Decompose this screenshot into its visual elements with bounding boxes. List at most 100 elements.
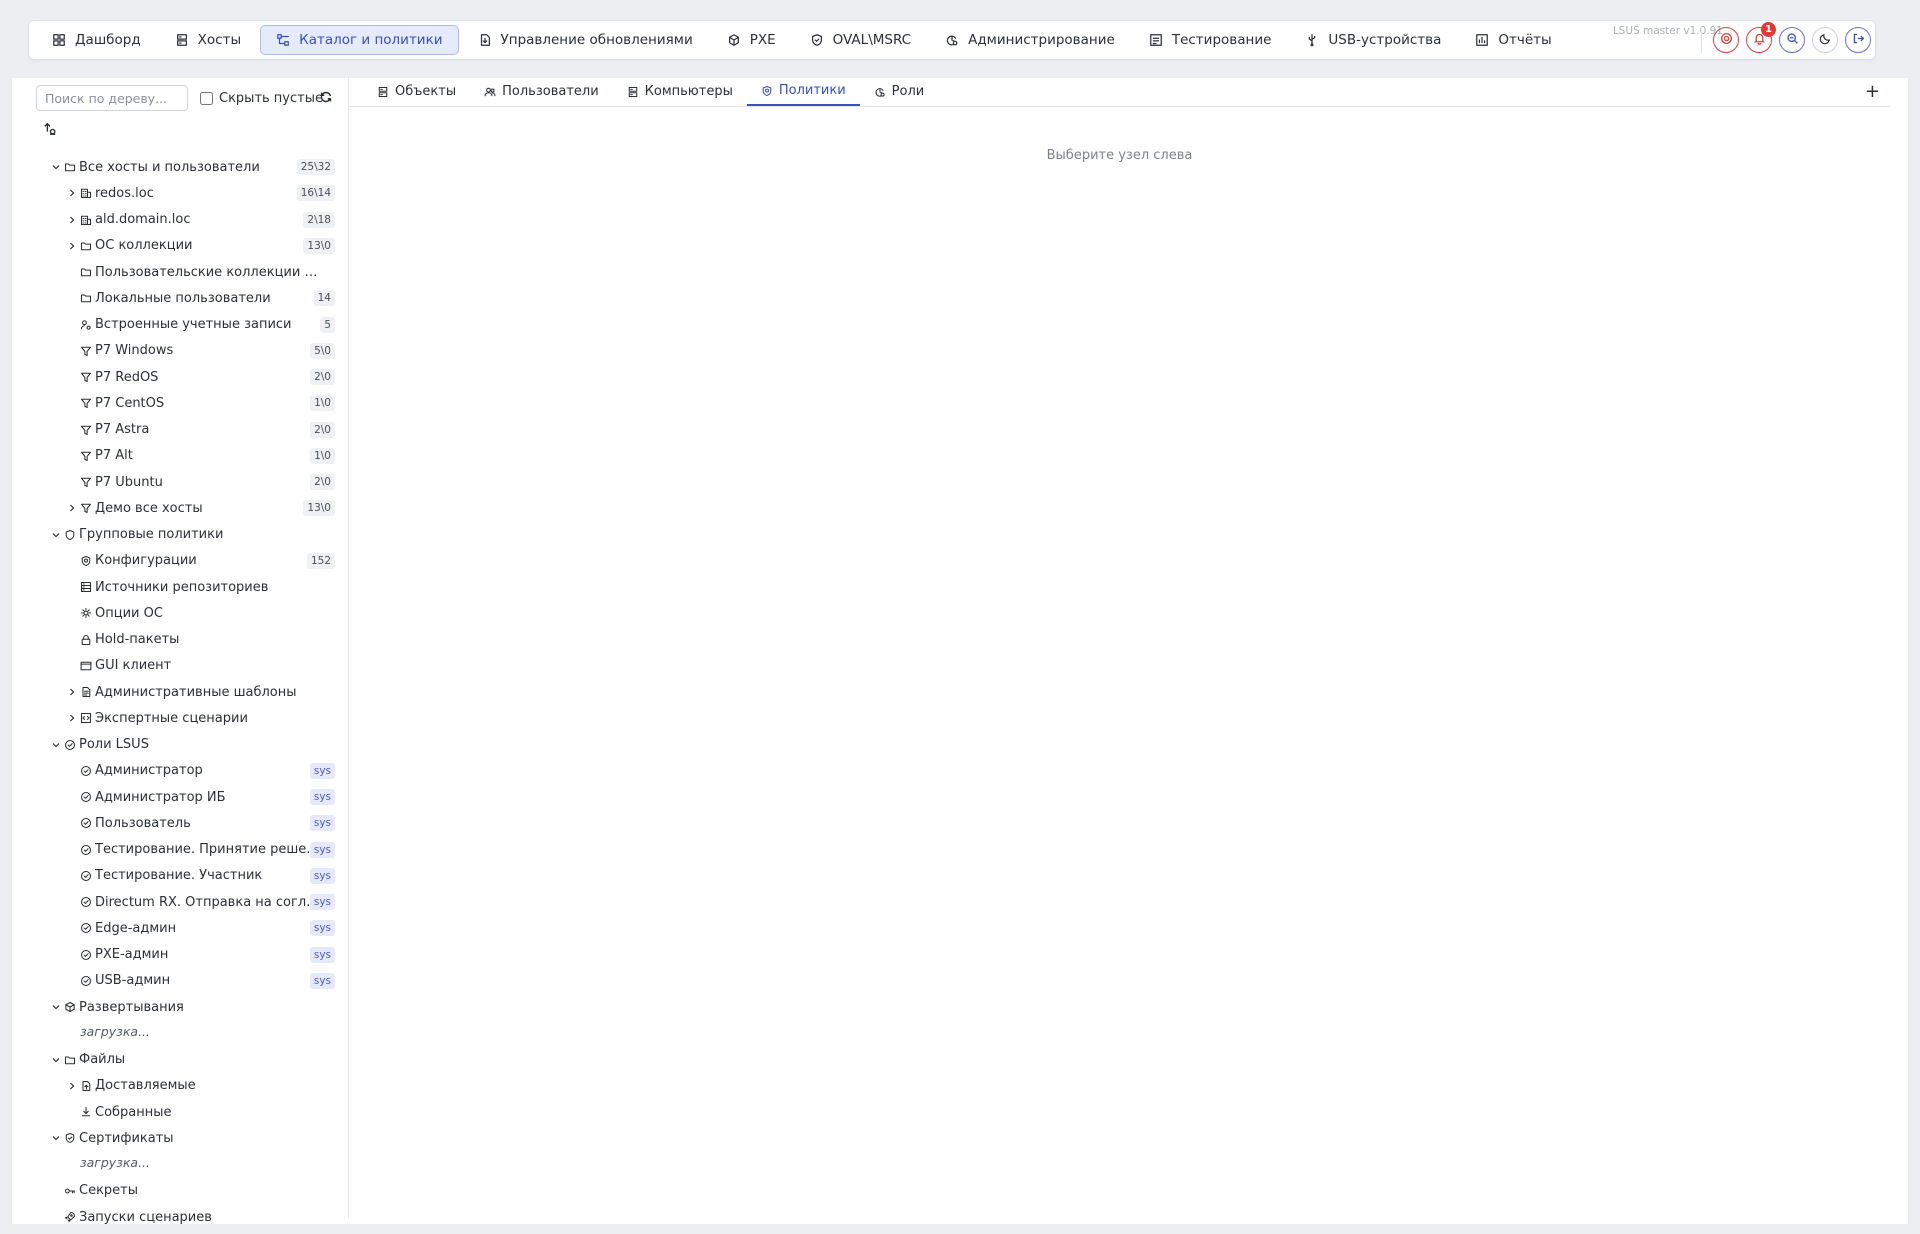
tree-node[interactable]: Собранные xyxy=(12,1099,349,1125)
chevron-right-icon[interactable] xyxy=(65,186,79,200)
chevron-down-icon[interactable] xyxy=(49,1131,63,1145)
tree-node[interactable]: Тестирование. Принятие решений sys xyxy=(12,837,349,863)
tree-node[interactable]: Сертификаты xyxy=(12,1125,349,1151)
refresh-tree-button[interactable] xyxy=(318,89,334,105)
tree-node[interactable]: PXE-админ sys xyxy=(12,942,349,968)
tree-node[interactable]: Администратор ИБ sys xyxy=(12,784,349,810)
tree-node[interactable]: Демо все хосты 13\0 xyxy=(12,495,349,521)
dashboard-icon xyxy=(52,33,66,47)
search-zoom-button[interactable] xyxy=(1779,27,1805,53)
tree-node-label: Секреты xyxy=(79,1183,139,1199)
tree-node[interactable]: Экспертные сценарии xyxy=(12,705,349,731)
tree-node[interactable]: Доставляемые xyxy=(12,1073,349,1099)
nav-item-хосты[interactable]: Хосты xyxy=(160,25,256,55)
collapse-all-button[interactable] xyxy=(42,121,58,137)
role-check-icon xyxy=(79,843,93,857)
nav-item-pxe[interactable]: PXE xyxy=(712,25,791,55)
tree-node[interactable]: Edge-админ sys xyxy=(12,915,349,941)
notifications-button[interactable]: 1 xyxy=(1746,22,1776,53)
add-tab-button[interactable]: + xyxy=(1865,81,1880,102)
tree-node-label: P7 CentOS xyxy=(95,395,165,411)
tree-node[interactable]: Directum RX. Отправка на согласов...sys xyxy=(12,889,349,915)
tree-node-label: Файлы xyxy=(79,1052,126,1067)
chevron-right-icon[interactable] xyxy=(65,501,79,515)
tab-объекты[interactable]: Объекты xyxy=(363,77,470,106)
chevron-right-icon[interactable] xyxy=(65,239,79,253)
nav-actions: 1 xyxy=(1701,22,1871,54)
hide-empty-toggle[interactable]: Скрыть пустые xyxy=(200,91,323,106)
chevron-down-icon[interactable] xyxy=(49,1053,63,1067)
alert-button[interactable] xyxy=(1713,27,1739,53)
tree-node[interactable]: Администратор sys xyxy=(12,758,349,784)
moon-icon xyxy=(1819,32,1832,49)
tree-node[interactable]: Конфигурации 152 xyxy=(12,548,349,574)
nav-item-отчёты[interactable]: Отчёты xyxy=(1460,25,1566,55)
tree-search-input[interactable] xyxy=(36,85,188,111)
tree-node[interactable]: ОС коллекции 13\0 xyxy=(12,233,349,259)
tree-node[interactable]: USB-админ sys xyxy=(12,968,349,994)
tree-node[interactable]: Пользовательские коллекции LSUS xyxy=(12,259,349,285)
tree-node[interactable]: P7 Ubuntu 2\0 xyxy=(12,469,349,495)
tree-node[interactable]: Тестирование. Участник sys xyxy=(12,863,349,889)
nav-item-каталог-и-политики[interactable]: Каталог и политики xyxy=(260,25,459,55)
tree-node[interactable]: Секреты xyxy=(12,1178,349,1204)
theme-toggle-button[interactable] xyxy=(1812,27,1838,53)
admin-gear-icon xyxy=(945,33,959,47)
tree-node[interactable]: Встроенные учетные записи 5 xyxy=(12,312,349,338)
tab-политики[interactable]: Политики xyxy=(746,77,860,106)
nav-item-дашборд[interactable]: Дашборд xyxy=(37,25,156,55)
chevron-right-icon[interactable] xyxy=(65,711,79,725)
hide-empty-label: Скрыть пустые xyxy=(219,90,323,106)
tree-node[interactable]: Запуски сценариев xyxy=(12,1204,349,1230)
file-upload-icon xyxy=(79,1079,93,1093)
chevron-down-icon[interactable] xyxy=(49,528,63,542)
tree-node[interactable]: P7 RedOS 2\0 xyxy=(12,364,349,390)
tree-node[interactable]: Административные шаблоны xyxy=(12,679,349,705)
tree-node[interactable]: ald.domain.loc 2\18 xyxy=(12,207,349,233)
tree-node-label: P7 Astra xyxy=(95,422,150,437)
chevron-right-icon[interactable] xyxy=(65,213,79,227)
tree-node[interactable]: Групповые политики xyxy=(12,522,349,548)
folder-icon xyxy=(63,1053,77,1067)
tree-node-label: Пользователь xyxy=(95,815,191,831)
logout-button[interactable] xyxy=(1845,27,1871,53)
tree-node[interactable]: Локальные пользователи 14 xyxy=(12,285,349,311)
chevron-down-icon[interactable] xyxy=(49,738,63,752)
tree-node[interactable]: P7 Windows 5\0 xyxy=(12,338,349,364)
tree-node[interactable]: P7 Alt 1\0 xyxy=(12,443,349,469)
tree-node[interactable]: Опции ОС xyxy=(12,600,349,626)
tab-компьютеры[interactable]: Компьютеры xyxy=(613,77,747,106)
config-icon xyxy=(79,554,93,568)
tree-node[interactable]: P7 Astra 2\0 xyxy=(12,417,349,443)
chevron-right-icon[interactable] xyxy=(65,1079,79,1093)
tree-node[interactable]: Развертывания xyxy=(12,994,349,1020)
chevron-down-icon[interactable] xyxy=(49,160,63,174)
tree-node-label: Directum RX. Отправка на согласов... xyxy=(95,894,323,910)
tree-node[interactable]: Источники репозиториев xyxy=(12,574,349,600)
tree-node[interactable]: Пользователь sys xyxy=(12,810,349,836)
tree-node[interactable]: P7 CentOS 1\0 xyxy=(12,390,349,416)
tree-node[interactable]: GUI клиент xyxy=(12,653,349,679)
tree-node[interactable]: redos.loc 16\14 xyxy=(12,180,349,206)
nav-item-oval-msrc[interactable]: OVAL\MSRC xyxy=(795,25,926,55)
role-check-icon xyxy=(79,948,93,962)
tree-node[interactable]: Файлы xyxy=(12,1047,349,1073)
tab-роли[interactable]: Роли xyxy=(860,77,939,106)
hide-empty-checkbox[interactable] xyxy=(200,91,213,105)
tree-node[interactable]: Hold-пакеты xyxy=(12,627,349,653)
tab-label: Роли xyxy=(891,84,925,99)
collapse-tree-icon xyxy=(44,122,56,135)
nav-item-тестирование[interactable]: Тестирование xyxy=(1134,25,1287,55)
tab-пользователи[interactable]: Пользователи xyxy=(470,77,613,106)
chevron-right-icon[interactable] xyxy=(65,685,79,699)
nav-item-управление-обновлениями[interactable]: Управление обновлениями xyxy=(463,25,708,55)
nav-item-usb-устройства[interactable]: USB-устройства xyxy=(1290,25,1456,55)
tree-node[interactable]: Роли LSUS xyxy=(12,732,349,758)
chevron-down-icon[interactable] xyxy=(49,1000,63,1014)
tab-label: Пользователи xyxy=(502,84,599,99)
tree-node[interactable]: Все хосты и пользователи 25\32 xyxy=(12,154,349,180)
nav-item-администрирование[interactable]: Администрирование xyxy=(930,25,1130,55)
admin-gear-icon xyxy=(874,86,886,98)
